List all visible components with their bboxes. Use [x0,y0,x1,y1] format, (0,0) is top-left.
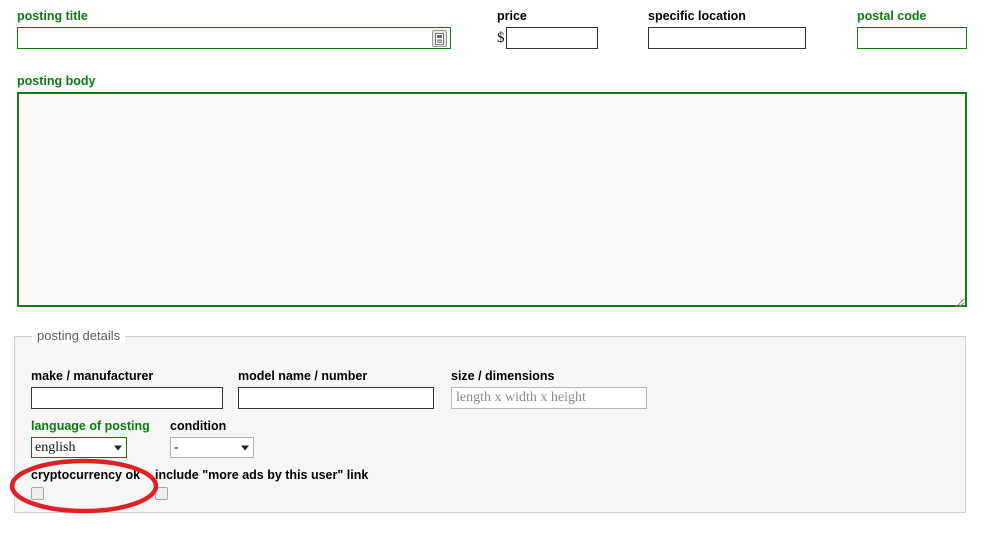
chevron-down-icon [241,445,249,450]
make-input[interactable] [31,387,223,409]
postal-code-field-group: postal code [857,9,967,49]
specific-location-input[interactable] [648,27,806,49]
condition-select[interactable]: - [170,437,254,458]
postal-code-label: postal code [857,9,927,23]
posting-title-label: posting title [17,9,88,23]
price-input-line: $ [497,27,598,49]
size-input[interactable] [451,387,647,409]
more-ads-checkbox-group: include "more ads by this user" link [155,468,368,500]
posting-body-label: posting body [17,74,96,88]
posting-title-input-wrap [17,27,451,49]
postal-code-input[interactable] [857,27,967,49]
price-label: price [497,9,527,23]
language-label: language of posting [31,419,150,433]
crypto-checkbox[interactable] [31,487,44,500]
condition-select-value: - [174,439,179,455]
more-ads-checkbox[interactable] [155,487,168,500]
condition-label: condition [170,419,227,433]
model-label: model name / number [238,369,368,383]
make-label: make / manufacturer [31,369,154,383]
size-label: size / dimensions [451,369,555,383]
chevron-down-icon [114,445,122,450]
posting-title-input[interactable] [17,27,451,49]
currency-symbol: $ [497,30,505,46]
size-field-group: size / dimensions [451,369,647,409]
specific-location-field-group: specific location [648,9,806,49]
posting-body-field-group: posting body [17,74,967,310]
price-field-group: price $ [497,9,598,49]
autofill-icon[interactable] [432,30,447,47]
posting-title-field-group: posting title [17,9,451,49]
language-field-group: language of posting english [31,419,150,458]
condition-field-group: condition - [170,419,254,458]
more-ads-checkbox-label: include "more ads by this user" link [155,468,369,482]
posting-details-fieldset: posting details make / manufacturer mode… [14,328,966,513]
model-input[interactable] [238,387,434,409]
posting-form-page: posting title price $ specific location … [0,0,986,540]
posting-body-textarea[interactable] [17,92,967,307]
specific-location-label: specific location [648,9,746,23]
top-fields-row: posting title price $ specific location … [0,9,986,53]
model-field-group: model name / number [238,369,434,409]
make-field-group: make / manufacturer [31,369,223,409]
posting-details-inner: make / manufacturer model name / number … [15,337,965,512]
crypto-checkbox-group: cryptocurrency ok [31,468,140,500]
crypto-checkbox-label: cryptocurrency ok [31,468,141,482]
language-select[interactable]: english [31,437,127,458]
price-input[interactable] [505,27,598,49]
language-select-value: english [35,439,76,455]
